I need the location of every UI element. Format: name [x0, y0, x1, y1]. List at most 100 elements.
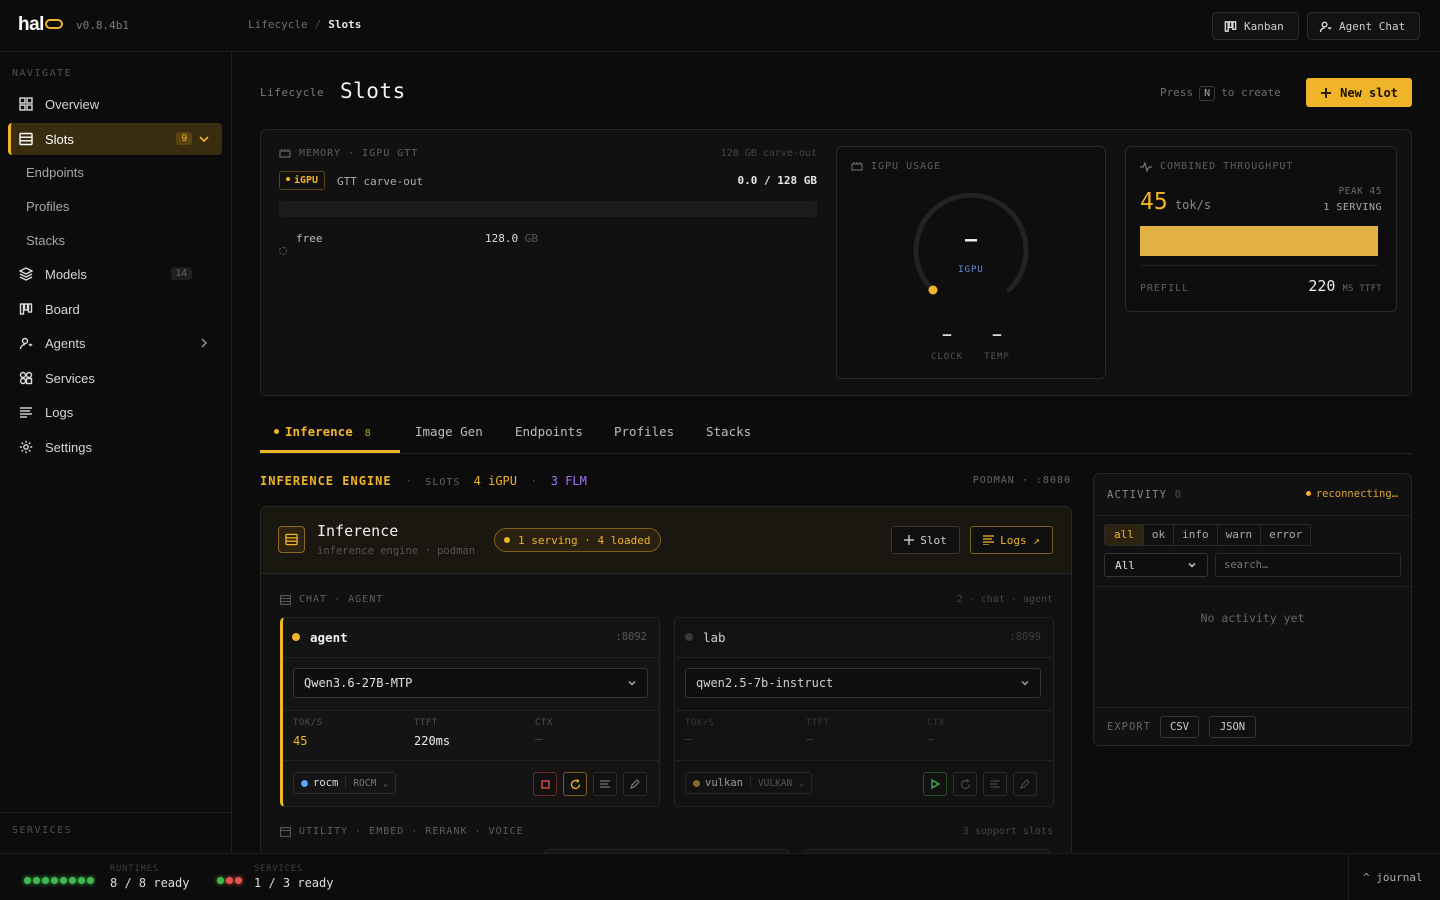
agent-icon: [1319, 21, 1332, 32]
activity-search-input[interactable]: [1215, 553, 1401, 577]
filter-warn[interactable]: warn: [1218, 525, 1262, 545]
throughput-bar-fill: [1140, 226, 1378, 256]
chevron-down-icon[interactable]: [196, 131, 212, 147]
chevron-down-icon: [1188, 562, 1196, 568]
stop-icon: [540, 779, 550, 789]
board-icon: [18, 301, 34, 317]
slot-logs-button[interactable]: [593, 772, 617, 796]
sidebar-subitem-endpoints[interactable]: Endpoints: [26, 165, 84, 180]
igpu-usage-value: —: [964, 227, 978, 251]
sidebar-item-agents[interactable]: Agents: [8, 327, 222, 359]
start-slot-button[interactable]: [923, 772, 947, 796]
slot-model-select[interactable]: qwen2.5-7b-instruct: [685, 668, 1041, 698]
status-dot: [226, 877, 233, 884]
logs-icon: [990, 779, 1000, 788]
runtimes-value: 8 / 8 ready: [110, 876, 190, 890]
sidebar-subitem-profiles[interactable]: Profiles: [26, 199, 69, 214]
throughput-peak: PEAK 45: [1338, 186, 1382, 197]
services-label: SERVICES: [254, 864, 303, 874]
memory-card: MEMORY · IGPU GTT 128 GB carve-out iGPU …: [279, 146, 817, 376]
tab-inference[interactable]: Inference 8: [274, 424, 371, 439]
app-logo[interactable]: hal: [18, 14, 63, 36]
page-kicker: Lifecycle: [260, 86, 325, 99]
ttft-label: TTFT: [806, 718, 830, 728]
sidebar-item-slots[interactable]: Slots 9: [8, 123, 222, 155]
activity-filter-group: all ok info warn error: [1104, 524, 1312, 546]
temp-value: —: [992, 327, 1002, 343]
sidebar-item-overview[interactable]: Overview: [8, 88, 222, 120]
ctx-value: —: [535, 732, 543, 746]
restart-icon: [960, 778, 970, 789]
memory-usage: 0.0 / 128 GB: [737, 174, 817, 187]
gauge-marker: [928, 285, 938, 295]
slot-status-dot: [292, 633, 300, 641]
main-content: Lifecycle Slots Press Nto create New slot…: [232, 52, 1440, 853]
slot-card-lab[interactable]: lab :8099 qwen2.5-7b-instruct TOK/S — TT…: [674, 617, 1054, 807]
logs-button[interactable]: Logs ↗: [970, 526, 1053, 554]
logs-icon: [600, 779, 610, 788]
sidebar-item-models[interactable]: Models 14: [8, 258, 222, 290]
edit-slot-button[interactable]: [623, 772, 647, 796]
runtimes-label: RUNTIMES: [110, 864, 159, 874]
status-dot: [24, 877, 31, 884]
backend-selector[interactable]: vulkan VULKAN ⌄: [685, 772, 813, 794]
top-bar: hal v0.8.4b1 Lifecycle / Slots Kanban Agen…: [0, 0, 1440, 52]
clock-label: CLOCK: [930, 352, 964, 362]
logs-icon: [983, 535, 995, 545]
export-label: EXPORT: [1107, 721, 1151, 733]
tab-profiles[interactable]: Profiles: [614, 424, 674, 439]
group-icon: [280, 826, 291, 837]
export-csv-button[interactable]: CSV: [1160, 716, 1199, 738]
clock-value: —: [942, 327, 952, 343]
chevron-right-icon[interactable]: [196, 335, 212, 351]
agent-chat-button[interactable]: Agent Chat: [1307, 12, 1420, 40]
filter-all[interactable]: all: [1105, 525, 1144, 545]
tab-stacks[interactable]: Stacks: [706, 424, 751, 439]
tab-image-gen[interactable]: Image Gen: [415, 424, 483, 439]
tok-value: 45: [293, 734, 308, 748]
tab-endpoints[interactable]: Endpoints: [515, 424, 583, 439]
sidebar-item-board[interactable]: Board: [8, 293, 222, 325]
inference-panel: Inference inference engine · podman 1 se…: [260, 506, 1072, 853]
backend-selector[interactable]: rocm ROCM ⌄: [293, 772, 397, 794]
edit-slot-button[interactable]: [1013, 772, 1037, 796]
sidebar-item-services[interactable]: Services: [8, 362, 222, 394]
agent-icon: [18, 335, 34, 351]
status-dot: [42, 877, 49, 884]
slot-model-select[interactable]: Qwen3.6-27B-MTP: [293, 668, 648, 698]
breadcrumb-parent[interactable]: Lifecycle: [248, 18, 308, 31]
export-json-button[interactable]: JSON: [1209, 716, 1256, 738]
engine-row: INFERENCE ENGINE · SLOTS 4 iGPU · 3 FLM: [260, 474, 587, 488]
stop-slot-button[interactable]: [533, 772, 557, 796]
tab-active-indicator: [260, 450, 400, 453]
stats-panel: MEMORY · IGPU GTT 128 GB carve-out iGPU …: [260, 129, 1412, 396]
add-slot-button[interactable]: Slot: [891, 526, 960, 554]
grid-icon: [18, 96, 34, 112]
slot-card-agent[interactable]: agent :8092 Qwen3.6-27B-MTP TOK/S 45 TTF…: [280, 617, 660, 807]
kanban-button[interactable]: Kanban: [1212, 12, 1299, 40]
filter-error[interactable]: error: [1261, 525, 1310, 545]
sidebar-subitem-stacks[interactable]: Stacks: [26, 233, 65, 248]
sidebar-item-settings[interactable]: Settings: [8, 431, 222, 463]
breadcrumb-separator: /: [314, 18, 322, 31]
ctx-label: CTX: [535, 718, 553, 728]
status-dot: [217, 877, 224, 884]
throughput-value: 45 tok/s: [1140, 189, 1212, 215]
free-label-text: free: [296, 232, 323, 245]
ttft-label: TTFT: [414, 718, 438, 728]
filter-info[interactable]: info: [1174, 525, 1218, 545]
activity-panel: ACTIVITY 0 reconnecting… all ok info war…: [1093, 473, 1412, 746]
kanban-icon: [1224, 20, 1237, 32]
plus-icon: [1321, 87, 1332, 98]
journal-toggle[interactable]: ^ journal: [1363, 871, 1423, 884]
slot-logs-button[interactable]: [983, 772, 1007, 796]
memory-carve-note: 128 GB carve-out: [720, 148, 817, 159]
sidebar-item-logs[interactable]: Logs: [8, 396, 222, 428]
inference-icon: [278, 526, 305, 553]
chevron-down-icon: [628, 681, 636, 686]
activity-source-select[interactable]: All: [1104, 553, 1208, 577]
filter-ok[interactable]: ok: [1144, 525, 1175, 545]
restart-slot-button[interactable]: [563, 772, 587, 796]
new-slot-button[interactable]: New slot: [1306, 78, 1412, 107]
restart-slot-button[interactable]: [953, 772, 977, 796]
